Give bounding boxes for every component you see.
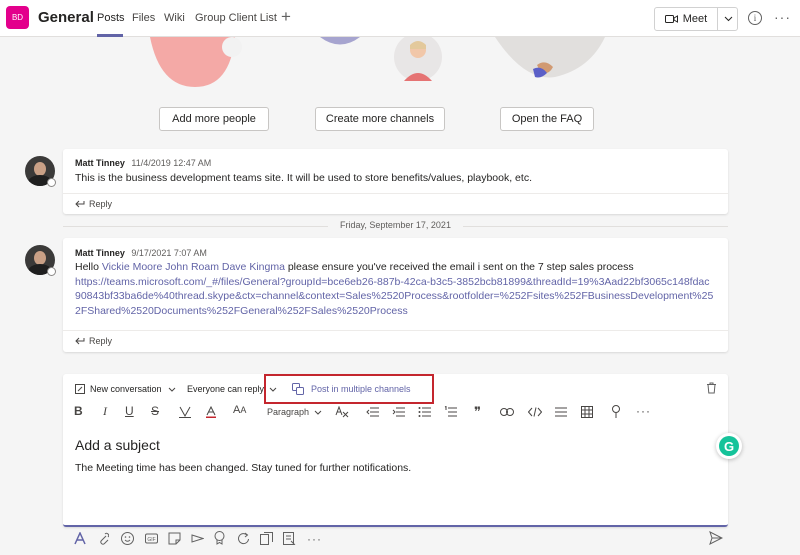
video-camera-icon: [664, 15, 678, 23]
message-body: Hello Vickie Moore John Roam Dave Kingma…: [75, 260, 715, 318]
mark-important-icon[interactable]: [611, 405, 621, 419]
post-in-multiple-channels-button[interactable]: Post in multiple channels: [311, 384, 411, 394]
delete-trash-icon[interactable]: [706, 382, 717, 394]
reply-button[interactable]: Reply: [63, 330, 728, 350]
bulleted-list-icon[interactable]: [418, 407, 431, 417]
presence-status-icon: [47, 178, 56, 187]
new-conversation-label: New conversation: [90, 384, 162, 394]
date-divider-label: Friday, September 17, 2021: [340, 220, 451, 230]
message-link[interactable]: https://teams.microsoft.com/_#/files/Gen…: [75, 276, 713, 317]
edit-icon: [75, 384, 85, 394]
add-more-people-button[interactable]: Add more people: [159, 107, 269, 131]
add-tab-icon[interactable]: +: [281, 7, 291, 27]
message-body: This is the business development teams s…: [75, 172, 532, 184]
reply-label: Reply: [89, 336, 113, 346]
presence-status-icon: [47, 267, 56, 276]
tab-wiki[interactable]: Wiki: [164, 12, 185, 24]
message-author[interactable]: Matt Tinney: [75, 158, 125, 168]
praise-icon[interactable]: [214, 531, 225, 545]
message-author[interactable]: Matt Tinney: [75, 248, 125, 258]
meet-button-label: Meet: [682, 13, 708, 25]
chevron-down-icon: [314, 410, 322, 415]
horizontal-rule-icon[interactable]: [555, 407, 567, 417]
tab-group-client-list[interactable]: Group Client List: [195, 12, 277, 24]
welcome-illustration-right: [495, 37, 605, 78]
meet-now-icon[interactable]: [191, 532, 204, 545]
forms-icon[interactable]: [283, 532, 296, 545]
highlight-icon[interactable]: [179, 406, 191, 418]
font-size-button[interactable]: AA: [233, 404, 246, 416]
numbered-list-icon[interactable]: [444, 406, 457, 418]
svg-text:GIF: GIF: [147, 537, 155, 543]
multiple-channels-icon: [292, 383, 304, 395]
format-icon[interactable]: [74, 532, 87, 545]
channel-title: General: [38, 9, 94, 26]
more-formatting-icon[interactable]: ···: [636, 404, 651, 418]
decrease-indent-icon[interactable]: [366, 407, 379, 417]
meet-button-group: Meet: [654, 7, 738, 31]
compose-message-input[interactable]: The Meeting time has been changed. Stay …: [75, 462, 411, 474]
clear-formatting-icon[interactable]: [335, 406, 349, 418]
everyone-can-reply-label: Everyone can reply: [187, 384, 265, 394]
message-composer: New conversation Everyone can reply Post…: [63, 374, 742, 527]
paragraph-label: Paragraph: [267, 407, 310, 417]
increase-indent-icon[interactable]: [392, 407, 405, 417]
meet-dropdown-chevron-icon[interactable]: [718, 8, 738, 30]
more-apps-icon[interactable]: ···: [307, 532, 322, 546]
more-options-icon[interactable]: ···: [774, 9, 791, 25]
channel-info-icon[interactable]: i: [748, 11, 762, 25]
date-divider: Friday, September 17, 2021: [63, 219, 728, 233]
message-timestamp: 9/17/2021 7:07 AM: [131, 248, 207, 258]
meet-button[interactable]: Meet: [655, 8, 717, 30]
code-snippet-icon[interactable]: [528, 407, 542, 417]
message-meta: Matt Tinney 11/4/2019 12:47 AM: [75, 158, 211, 168]
message-mentions[interactable]: Vickie Moore John Roam Dave Kingma: [102, 261, 285, 273]
gif-icon[interactable]: GIF: [145, 532, 158, 545]
team-avatar[interactable]: BD: [6, 6, 29, 29]
welcome-illustration-center: [320, 37, 442, 81]
italic-button[interactable]: I: [103, 404, 107, 419]
chevron-down-icon: [168, 387, 175, 392]
message-card: Matt Tinney 11/4/2019 12:47 AM This is t…: [63, 149, 728, 214]
message-text: please ensure you've received the email …: [284, 261, 634, 273]
strikethrough-button[interactable]: S: [151, 404, 159, 418]
active-tab-indicator: [97, 34, 123, 37]
message-timestamp: 11/4/2019 12:47 AM: [131, 158, 212, 168]
grammarly-icon[interactable]: G: [716, 433, 742, 459]
reply-arrow-icon: [75, 200, 85, 208]
font-color-icon[interactable]: [205, 406, 217, 418]
new-conversation-dropdown[interactable]: New conversation: [75, 384, 176, 394]
link-icon[interactable]: [500, 408, 514, 416]
open-faq-button[interactable]: Open the FAQ: [500, 107, 594, 131]
create-more-channels-button[interactable]: Create more channels: [315, 107, 445, 131]
message-card: Matt Tinney 9/17/2021 7:07 AM Hello Vick…: [63, 238, 728, 352]
attach-icon[interactable]: [98, 532, 109, 545]
send-icon[interactable]: [709, 531, 723, 545]
sticker-icon[interactable]: [168, 532, 181, 545]
approvals-icon[interactable]: [260, 532, 273, 545]
quote-button[interactable]: ❞: [474, 404, 481, 420]
emoji-icon[interactable]: [121, 532, 134, 545]
welcome-illustration-left: [150, 37, 242, 87]
tab-files[interactable]: Files: [132, 12, 155, 24]
insert-table-icon[interactable]: [581, 406, 593, 418]
underline-button[interactable]: U: [125, 404, 134, 418]
reply-arrow-icon: [75, 337, 85, 345]
loop-icon[interactable]: [237, 532, 250, 545]
message-meta: Matt Tinney 9/17/2021 7:07 AM: [75, 248, 207, 258]
paragraph-dropdown[interactable]: Paragraph: [267, 407, 322, 417]
bold-button[interactable]: B: [74, 404, 83, 418]
reply-label: Reply: [89, 199, 113, 209]
subject-input[interactable]: Add a subject: [75, 437, 160, 453]
channel-header: BD General Posts Files Wiki Group Client…: [0, 0, 800, 37]
tab-posts[interactable]: Posts: [97, 12, 125, 24]
reply-button[interactable]: Reply: [63, 193, 728, 213]
message-greeting: Hello: [75, 261, 102, 273]
